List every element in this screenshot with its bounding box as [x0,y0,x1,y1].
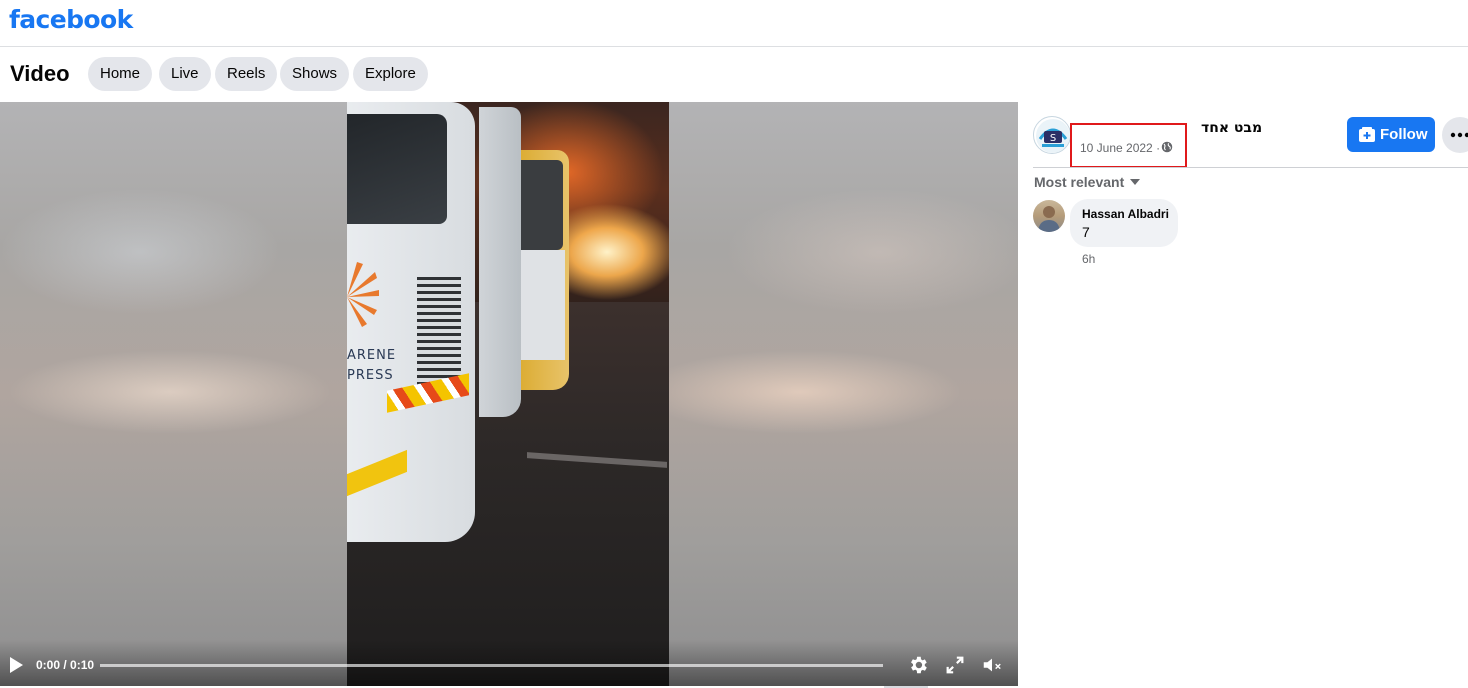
follow-button[interactable]: Follow [1347,117,1435,152]
bus-brand-text: ARENE [347,348,397,363]
more-button[interactable] [1442,117,1468,153]
middle-bus [479,107,521,417]
tab-home[interactable]: Home [88,57,153,91]
expand-icon[interactable] [944,654,966,676]
page-name[interactable]: מבט אחד [1201,120,1262,136]
facebook-logo[interactable]: facebook [9,5,133,34]
front-bus: ARENE PRESS [347,102,475,542]
follow-label: Follow [1380,126,1428,143]
comment-text: 7 [1082,224,1090,240]
gear-icon[interactable] [907,654,929,676]
chevron-down-icon[interactable] [1130,179,1140,185]
tab-explore[interactable]: Explore [353,57,428,91]
commenter-avatar[interactable] [1033,200,1065,232]
page-title: Video [10,61,70,86]
muted-speaker-icon[interactable] [981,654,1003,676]
video-controls: 0:00 / 0:10 [0,640,1018,686]
comment-author[interactable]: Hassan Albadri [1082,207,1169,221]
video-frame[interactable]: ARENE PRESS [347,102,669,686]
comment-bubble: Hassan Albadri 7 [1070,199,1178,247]
tab-live[interactable]: Live [159,57,211,91]
comment-sort[interactable]: Most relevant [1034,174,1124,190]
video-subnav: Video Home Live Reels Shows Explore [0,48,1468,101]
page-logo-icon: S [1036,119,1070,153]
play-icon[interactable] [10,657,23,673]
person-photo-icon [1038,206,1060,232]
tab-shows[interactable]: Shows [280,57,350,91]
bus-license-plate [347,449,407,497]
svg-text:S: S [1050,133,1056,144]
bus-window [347,114,447,224]
divider [1033,167,1468,168]
post-sidebar: S מבט אחד 10 June 2022 · Follow Most rel… [1019,102,1468,688]
top-bar: facebook [0,0,1468,47]
highlight-box [1070,123,1187,168]
more-dots-icon [1450,132,1468,138]
tab-reels[interactable]: Reels [215,57,278,91]
page-avatar[interactable]: S [1033,116,1071,154]
video-time: 0:00 / 0:10 [36,658,95,672]
video-player[interactable]: ARENE PRESS 0:00 / 0:10 [0,102,1018,686]
progress-bar[interactable] [100,664,883,667]
bus-brand-text: PRESS [347,368,394,383]
bus-logo-icon [347,262,379,327]
comment-time[interactable]: 6h [1082,252,1095,266]
follow-icon [1359,127,1375,142]
bus-grill [417,277,461,387]
